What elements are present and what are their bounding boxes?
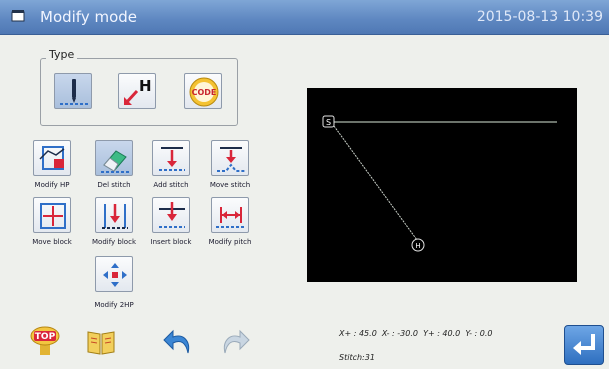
datetime: 2015-08-13 10:39 <box>476 9 603 25</box>
code-badge-icon: CODE <box>189 77 219 107</box>
modify-block-button[interactable] <box>95 197 133 233</box>
type-group-label: Type <box>46 48 78 61</box>
insert-block-icon <box>159 202 185 228</box>
svg-text:TOP: TOP <box>35 332 56 342</box>
redo-arrow-icon <box>223 329 250 354</box>
svg-text:H: H <box>415 242 420 250</box>
title-bar: Modify mode 2015-08-13 10:39 <box>0 0 609 35</box>
redo-button[interactable] <box>218 325 252 359</box>
home-marker: H <box>411 238 425 252</box>
add-stitch-label: Add stitch <box>153 181 189 189</box>
top-icon: TOP <box>30 326 60 355</box>
eraser-icon <box>101 150 129 173</box>
svg-text:H: H <box>139 77 152 95</box>
move-stitch-button[interactable] <box>211 140 249 176</box>
move-block-label: Move block <box>32 238 72 246</box>
move-stitch-icon <box>217 147 245 172</box>
window-icon <box>11 10 25 22</box>
enter-icon <box>573 334 595 355</box>
pattern-svg: S H <box>322 115 557 252</box>
needle-icon <box>60 79 88 105</box>
stitch-count: Stitch:31 <box>339 353 375 362</box>
start-marker: S <box>322 115 335 128</box>
modify-block-label: Modify block <box>92 238 136 246</box>
top-button[interactable]: TOP <box>28 323 62 357</box>
del-stitch-label: Del stitch <box>97 181 131 189</box>
modify-pitch-button[interactable] <box>211 197 249 233</box>
modify-pitch-icon <box>216 207 246 228</box>
modify-hp-button[interactable] <box>33 140 71 176</box>
pattern-canvas[interactable]: S H <box>307 88 577 282</box>
modify-2hp-icon <box>103 263 127 287</box>
type-code-button[interactable]: CODE <box>184 73 222 109</box>
enter-button[interactable] <box>564 325 604 365</box>
insert-block-button[interactable] <box>152 197 190 233</box>
undo-arrow-icon <box>163 329 190 354</box>
coordinate-readout: X+ : 45.0 X- : -30.0 Y+ : 40.0 Y- : 0.0 <box>339 329 493 338</box>
insert-block-label: Insert block <box>150 238 192 246</box>
page-title: Modify mode <box>40 8 138 26</box>
undo-button[interactable] <box>161 325 195 359</box>
add-stitch-icon <box>159 147 185 171</box>
svg-text:CODE: CODE <box>192 88 217 97</box>
modify-hp-icon <box>39 146 65 170</box>
move-stitch-label: Move stitch <box>209 181 251 189</box>
book-icon <box>87 331 115 355</box>
svg-text:S: S <box>326 118 331 127</box>
add-stitch-button[interactable] <box>152 140 190 176</box>
modify-hp-label: Modify HP <box>34 181 70 189</box>
del-stitch-button[interactable] <box>95 140 133 176</box>
move-block-icon <box>40 203 66 229</box>
modify-2hp-button[interactable] <box>95 256 133 292</box>
home-arrow-icon: H <box>124 77 152 105</box>
modify-block-icon <box>102 204 128 229</box>
modify-pitch-label: Modify pitch <box>208 238 252 246</box>
type-needle-button[interactable] <box>54 73 92 109</box>
manual-book-button[interactable] <box>84 324 118 358</box>
stitch-line-diagonal <box>333 125 418 241</box>
modify-2hp-label: Modify 2HP <box>94 301 134 309</box>
type-home-button[interactable]: H <box>118 73 156 109</box>
move-block-button[interactable] <box>33 197 71 233</box>
